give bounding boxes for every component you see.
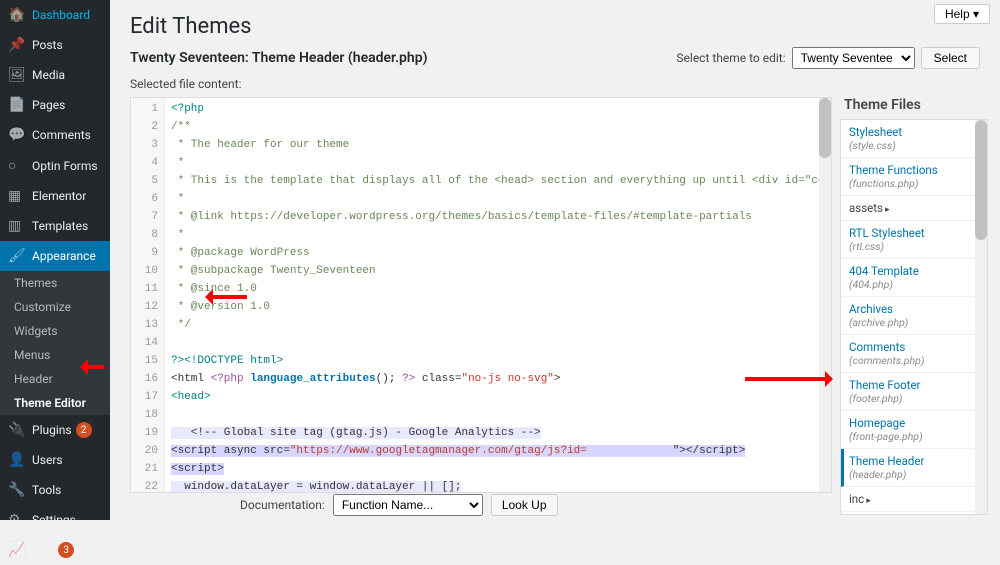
doc-select[interactable]: Function Name... bbox=[333, 494, 483, 516]
menu-icon: ○ bbox=[8, 157, 26, 174]
lookup-button[interactable]: Look Up bbox=[491, 494, 558, 516]
menu-icon: 📌 bbox=[8, 37, 26, 53]
menu-icon: ⚙ bbox=[8, 512, 26, 528]
select-button[interactable]: Select bbox=[921, 47, 980, 69]
file-archives[interactable]: Archives(archive.php) bbox=[841, 297, 987, 335]
selected-file-label: Selected file content: bbox=[110, 77, 1000, 97]
submenu-customize[interactable]: Customize bbox=[0, 295, 110, 319]
sidebar-item-posts[interactable]: 📌Posts bbox=[0, 30, 110, 60]
file-stylesheet[interactable]: Stylesheet(style.css) bbox=[841, 120, 987, 158]
sidebar-item-appearance[interactable]: 🖌Appearance bbox=[0, 241, 110, 271]
submenu-widgets[interactable]: Widgets bbox=[0, 319, 110, 343]
menu-icon: 👤 bbox=[8, 452, 26, 468]
theme-select[interactable]: Twenty Seventee bbox=[792, 47, 915, 69]
menu-icon: 🔌 bbox=[8, 422, 26, 438]
sidebar-item-tools[interactable]: 🔧Tools bbox=[0, 475, 110, 505]
sidebar-item-seo[interactable]: 📈SEO3 bbox=[0, 535, 110, 565]
menu-icon: 💬 bbox=[8, 127, 26, 143]
menu-icon: 🖌 bbox=[8, 248, 26, 264]
badge: 3 bbox=[58, 542, 74, 558]
file-comments[interactable]: Comments(comments.php) bbox=[841, 335, 987, 373]
folder-assets[interactable]: assets bbox=[841, 196, 987, 221]
help-button[interactable]: Help ▾ bbox=[934, 4, 990, 24]
theme-files-list: Stylesheet(style.css)Theme Functions(fun… bbox=[840, 119, 988, 515]
files-scrollbar[interactable] bbox=[975, 120, 987, 514]
menu-icon: 🏠 bbox=[8, 7, 26, 23]
submenu-menus[interactable]: Menus bbox=[0, 343, 110, 367]
file-main-index-template[interactable]: Main Index Template(index.php) bbox=[841, 512, 987, 515]
folder-inc[interactable]: inc bbox=[841, 487, 987, 512]
sidebar-item-settings[interactable]: ⚙Settings bbox=[0, 505, 110, 535]
menu-icon: 🖼 bbox=[8, 67, 26, 83]
file-404-template[interactable]: 404 Template(404.php) bbox=[841, 259, 987, 297]
theme-files-panel: Theme Files Stylesheet(style.css)Theme F… bbox=[840, 97, 988, 515]
doc-label: Documentation: bbox=[240, 498, 325, 512]
file-rtl-stylesheet[interactable]: RTL Stylesheet(rtl.css) bbox=[841, 221, 987, 259]
file-homepage[interactable]: Homepage(front-page.php) bbox=[841, 411, 987, 449]
arrow-theme-header bbox=[745, 377, 831, 381]
theme-selector: Select theme to edit: Twenty Seventee Se… bbox=[676, 47, 980, 69]
page-subtitle: Twenty Seventeen: Theme Header (header.p… bbox=[130, 50, 428, 66]
code-scrollbar[interactable] bbox=[819, 98, 831, 492]
submenu-header[interactable]: Header bbox=[0, 367, 110, 391]
menu-icon: 🔧 bbox=[8, 482, 26, 498]
file-theme-header[interactable]: Theme Header(header.php) bbox=[841, 449, 987, 487]
sidebar-item-optin-forms[interactable]: ○Optin Forms bbox=[0, 150, 110, 181]
line-gutter: 1234567891011121314151617181920212223242… bbox=[131, 98, 165, 492]
main-content: Help ▾ Edit Themes Twenty Seventeen: The… bbox=[110, 0, 1000, 520]
menu-icon: 📈 bbox=[8, 542, 26, 558]
arrow-head-tag bbox=[207, 295, 247, 299]
menu-icon: 📄 bbox=[8, 97, 26, 113]
arrow-theme-editor bbox=[82, 365, 104, 369]
sidebar-item-templates[interactable]: ▥Templates bbox=[0, 211, 110, 241]
sidebar-item-dashboard[interactable]: 🏠Dashboard bbox=[0, 0, 110, 30]
code-content[interactable]: <?php /** * The header for our theme * *… bbox=[165, 98, 831, 493]
sidebar-item-plugins[interactable]: 🔌Plugins2 bbox=[0, 415, 110, 445]
sidebar-item-comments[interactable]: 💬Comments bbox=[0, 120, 110, 150]
select-theme-label: Select theme to edit: bbox=[676, 51, 785, 65]
admin-sidebar: 🏠Dashboard📌Posts🖼Media📄Pages💬Comments○Op… bbox=[0, 0, 110, 520]
menu-icon: ▦ bbox=[8, 188, 26, 204]
file-theme-functions[interactable]: Theme Functions(functions.php) bbox=[841, 158, 987, 196]
documentation-row: Documentation: Function Name... Look Up bbox=[240, 494, 558, 516]
menu-icon: ▥ bbox=[8, 218, 26, 234]
sidebar-item-pages[interactable]: 📄Pages bbox=[0, 90, 110, 120]
theme-files-title: Theme Files bbox=[840, 97, 988, 119]
badge: 2 bbox=[76, 422, 92, 438]
file-theme-footer[interactable]: Theme Footer(footer.php) bbox=[841, 373, 987, 411]
sidebar-item-elementor[interactable]: ▦Elementor bbox=[0, 181, 110, 211]
sidebar-item-media[interactable]: 🖼Media bbox=[0, 60, 110, 90]
submenu-theme-editor[interactable]: Theme Editor bbox=[0, 391, 110, 415]
submenu-themes[interactable]: Themes bbox=[0, 271, 110, 295]
page-title: Edit Themes bbox=[110, 0, 1000, 47]
sidebar-item-users[interactable]: 👤Users bbox=[0, 445, 110, 475]
